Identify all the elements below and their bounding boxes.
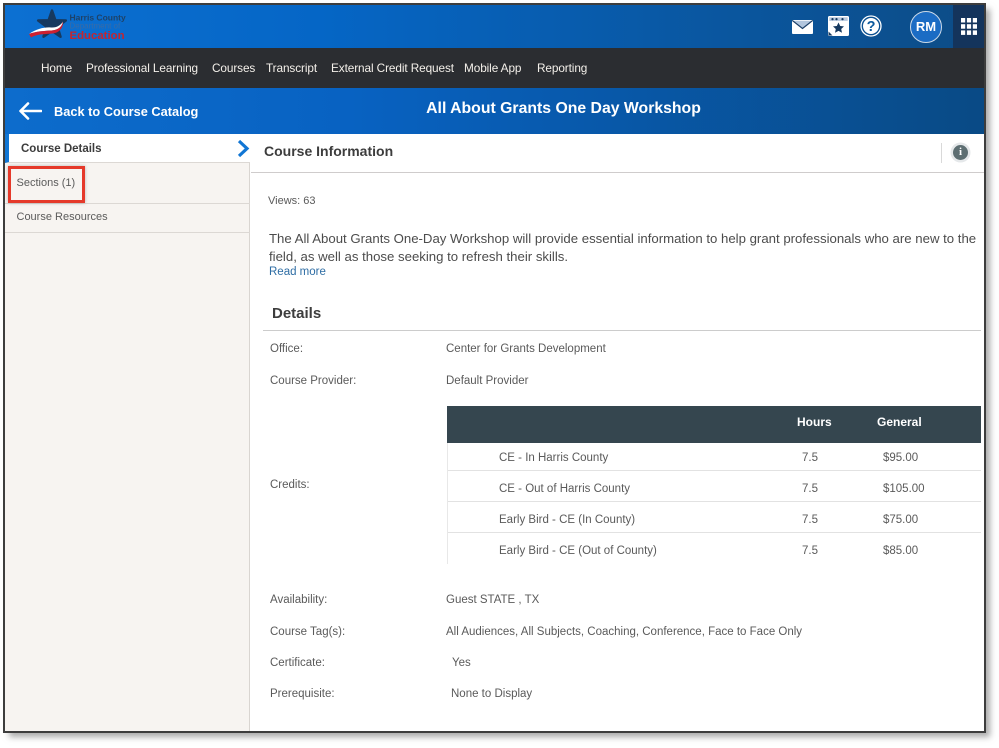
svg-text:Education: Education: [70, 30, 125, 42]
svg-text:?: ?: [867, 19, 876, 35]
